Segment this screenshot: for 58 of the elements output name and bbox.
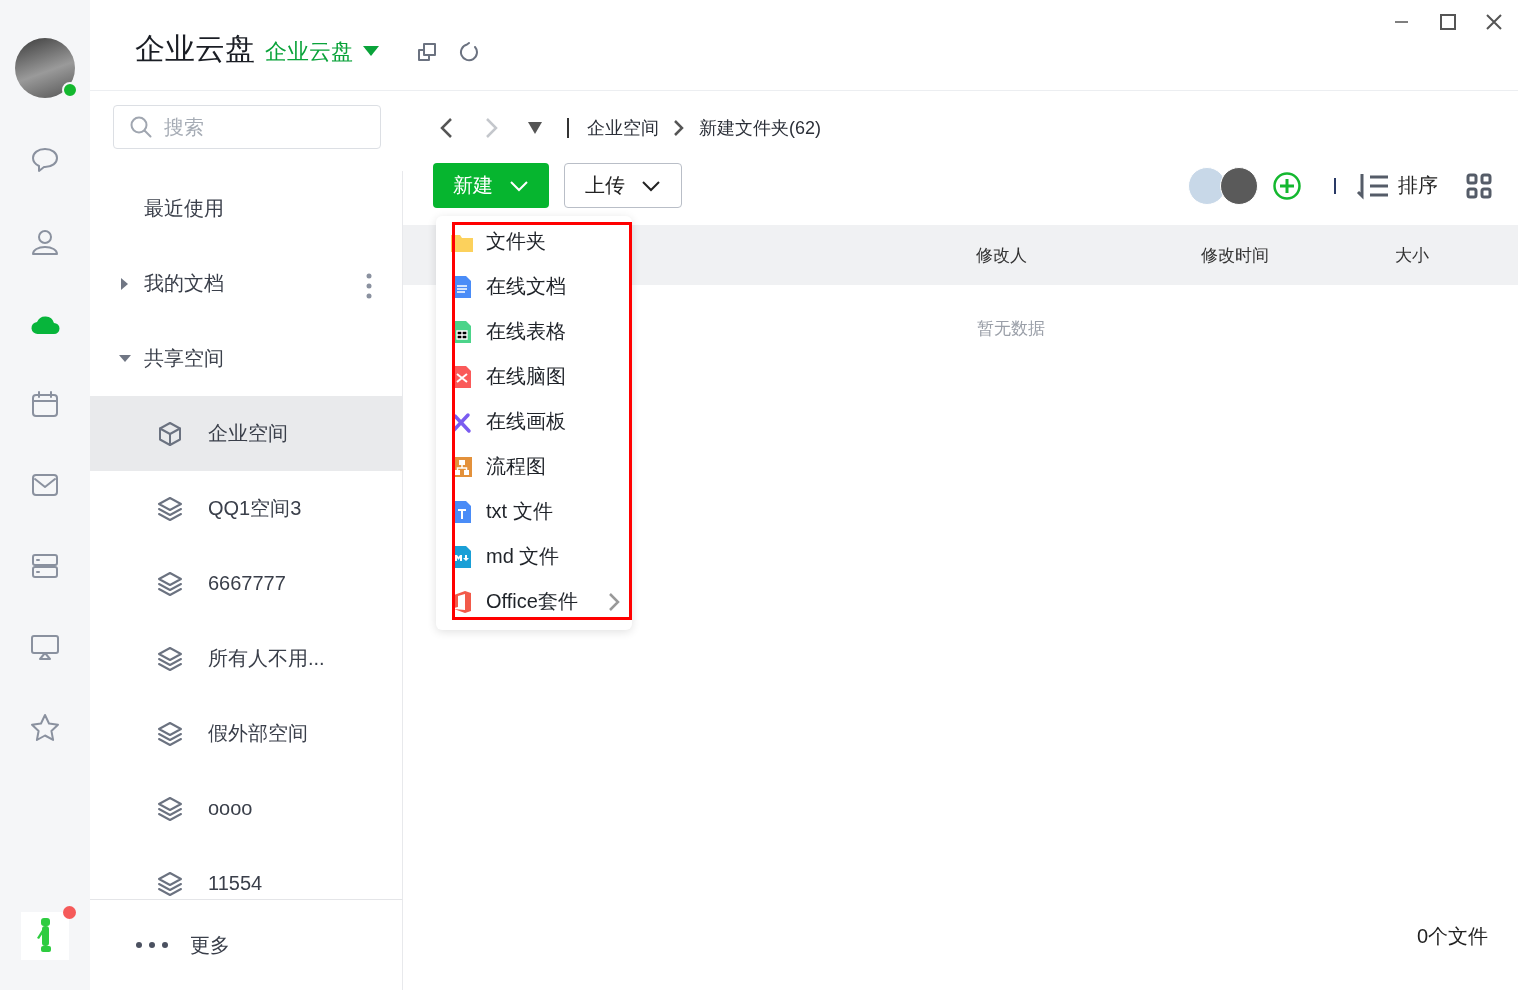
caret-down-icon bbox=[363, 46, 379, 58]
layers-icon bbox=[156, 494, 184, 523]
star-icon[interactable] bbox=[29, 711, 61, 744]
sidebar-group-item[interactable]: 我的文档 bbox=[90, 246, 402, 321]
sidebar-group-label: 我的文档 bbox=[144, 271, 224, 296]
layers-icon bbox=[156, 794, 184, 823]
column-header[interactable]: 修改人 bbox=[976, 244, 1027, 267]
history-dropdown-icon[interactable] bbox=[527, 121, 543, 135]
menu-item[interactable]: 在线脑图 bbox=[436, 354, 632, 399]
search-icon bbox=[129, 115, 153, 139]
menu-item[interactable]: 在线画板 bbox=[436, 399, 632, 444]
space-item[interactable]: 11554 bbox=[90, 846, 402, 899]
layers-icon bbox=[156, 644, 184, 673]
space-item[interactable]: 企业空间 bbox=[90, 396, 402, 471]
menu-item[interactable]: 流程图 bbox=[436, 444, 632, 489]
popout-icon[interactable] bbox=[417, 42, 437, 62]
menu-item[interactable]: Office套件 bbox=[436, 579, 632, 624]
breadcrumb-item[interactable]: 新建文件夹(62) bbox=[699, 116, 821, 140]
menu-item[interactable]: txt 文件 bbox=[436, 489, 632, 534]
chevron-down-icon bbox=[641, 179, 661, 192]
menu-item[interactable]: 在线文档 bbox=[436, 264, 632, 309]
file-count: 0个文件 bbox=[1416, 924, 1488, 949]
sidebar-group-item[interactable]: 共享空间 bbox=[90, 321, 402, 396]
space-item[interactable]: oooo bbox=[90, 771, 402, 846]
layers-icon bbox=[156, 869, 184, 898]
layers-icon bbox=[156, 719, 184, 748]
sort-icon bbox=[1356, 171, 1390, 200]
menu-item[interactable]: 文件夹 bbox=[436, 219, 632, 264]
more-label: 更多 bbox=[190, 932, 230, 958]
more-dots-icon bbox=[136, 942, 168, 948]
sidebar-group-label: 共享空间 bbox=[144, 346, 224, 371]
chevron-down-icon bbox=[509, 179, 529, 192]
space-item[interactable]: QQ1空间3 bbox=[90, 471, 402, 546]
menu-item[interactable]: 在线表格 bbox=[436, 309, 632, 354]
add-member-icon[interactable] bbox=[1272, 170, 1302, 201]
more-item[interactable]: 更多 bbox=[90, 899, 403, 990]
empty-message: 暂无数据 bbox=[976, 318, 1045, 340]
user-avatar[interactable] bbox=[15, 38, 75, 98]
menu-item[interactable]: md 文件 bbox=[436, 534, 632, 579]
space-item[interactable]: 所有人不用... bbox=[90, 621, 402, 696]
layers-icon bbox=[156, 569, 184, 598]
sidebar-item[interactable]: 最近使用 bbox=[90, 171, 402, 246]
more-vertical-icon[interactable] bbox=[366, 273, 372, 299]
space-item[interactable]: 假外部空间 bbox=[90, 696, 402, 771]
sort-button[interactable]: 排序 bbox=[1356, 171, 1438, 200]
member-avatar[interactable] bbox=[1220, 166, 1258, 205]
column-header[interactable]: 修改时间 bbox=[1201, 244, 1269, 267]
column-header[interactable]: 大小 bbox=[1395, 244, 1429, 267]
grid-view-icon[interactable] bbox=[1466, 172, 1492, 199]
app-title: 企业云盘 bbox=[135, 30, 255, 67]
breadcrumb-item[interactable]: 企业空间 bbox=[587, 116, 659, 140]
online-status-dot bbox=[62, 82, 78, 98]
cube-icon bbox=[156, 419, 184, 448]
chevron-right-icon bbox=[673, 119, 685, 137]
space-item[interactable]: 6667777 bbox=[90, 546, 402, 621]
refresh-icon[interactable] bbox=[459, 42, 479, 62]
upload-button[interactable]: 上传 bbox=[564, 163, 682, 208]
search-field[interactable]: 搜索 bbox=[113, 105, 381, 149]
